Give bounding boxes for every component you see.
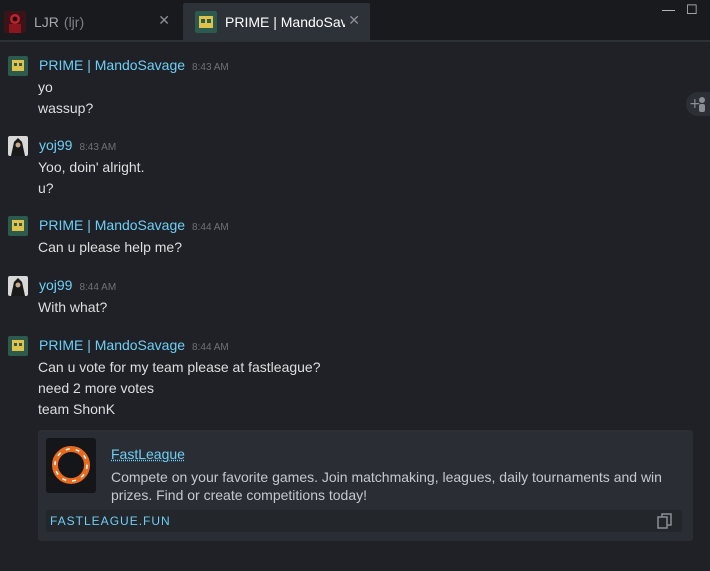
- timestamp: 8:44 AM: [192, 222, 229, 233]
- sender-name[interactable]: PRIME | MandoSavage 8:44 AM: [39, 336, 229, 357]
- message-text: yo: [38, 79, 53, 95]
- message-text: With what?: [38, 299, 108, 315]
- sender-label[interactable]: PRIME | MandoSavage: [39, 337, 185, 353]
- tab-bar: LJR(ljr) ✕ PRIME | MandoSavage ✕ — ☐: [0, 0, 710, 40]
- link-title[interactable]: FastLeague: [111, 446, 185, 462]
- sender-avatar[interactable]: [8, 336, 28, 356]
- fastleague-logo-icon: [46, 438, 96, 493]
- minimize-icon[interactable]: —: [662, 2, 675, 17]
- close-icon[interactable]: ✕: [348, 12, 360, 29]
- message-text: wassup?: [38, 100, 94, 116]
- tab-ljr[interactable]: LJR (ljr) ✕: [0, 3, 180, 40]
- sender-avatar[interactable]: [8, 216, 28, 236]
- tab-mandosavage-name: PRIME | MandoSavage: [225, 13, 345, 30]
- link-footer: FASTLEAGUE.FUN: [46, 510, 682, 532]
- timestamp: 8:43 AM: [79, 142, 117, 153]
- message-text: Can u vote for my team please at fastlea…: [38, 359, 321, 375]
- sender-label[interactable]: PRIME | MandoSavage: [39, 57, 185, 73]
- timestamp: 8:43 AM: [192, 62, 229, 73]
- tab-ljr-sub: (ljr): [63, 13, 85, 30]
- message-text: u?: [38, 180, 54, 196]
- sender-name[interactable]: PRIME | MandoSavage 8:43 AM: [39, 56, 229, 77]
- sender-name[interactable]: PRIME | MandoSavage 8:44 AM: [39, 216, 229, 237]
- timestamp: 8:44 AM: [79, 282, 117, 293]
- ljr-avatar: [4, 10, 26, 33]
- timestamp: 8:44 AM: [192, 342, 229, 353]
- sender-label[interactable]: yoj99: [39, 137, 72, 153]
- copy-icon[interactable]: [656, 512, 674, 530]
- svg-text:+: +: [689, 96, 701, 112]
- link-preview[interactable]: FastLeague Compete on your favorite game…: [38, 430, 693, 541]
- add-friend-button[interactable]: +: [686, 92, 710, 116]
- link-description: Compete on your favorite games. Join mat…: [111, 469, 662, 503]
- tab-ljr-name: LJR: [34, 13, 59, 30]
- sender-name[interactable]: yoj99 8:44 AM: [39, 276, 116, 297]
- message-text: need 2 more votes: [38, 380, 154, 396]
- close-icon[interactable]: ✕: [158, 12, 170, 29]
- message-text: team ShonK: [38, 401, 116, 417]
- maximize-icon[interactable]: ☐: [686, 2, 698, 18]
- sender-avatar[interactable]: [8, 276, 28, 296]
- mandosavage-avatar: [195, 10, 217, 33]
- sender-label[interactable]: PRIME | MandoSavage: [39, 217, 185, 233]
- tab-mandosavage[interactable]: PRIME | MandoSavage ✕: [183, 3, 370, 40]
- add-user-icon: +: [689, 96, 705, 112]
- link-domain[interactable]: FASTLEAGUE.FUN: [50, 514, 171, 528]
- message-text: Can u please help me?: [38, 239, 182, 255]
- message-text: Yoo, doin' alright.: [38, 159, 145, 175]
- sender-name[interactable]: yoj99 8:43 AM: [39, 136, 116, 157]
- sender-avatar[interactable]: [8, 56, 28, 76]
- sender-label[interactable]: yoj99: [39, 277, 72, 293]
- sender-avatar[interactable]: [8, 136, 28, 156]
